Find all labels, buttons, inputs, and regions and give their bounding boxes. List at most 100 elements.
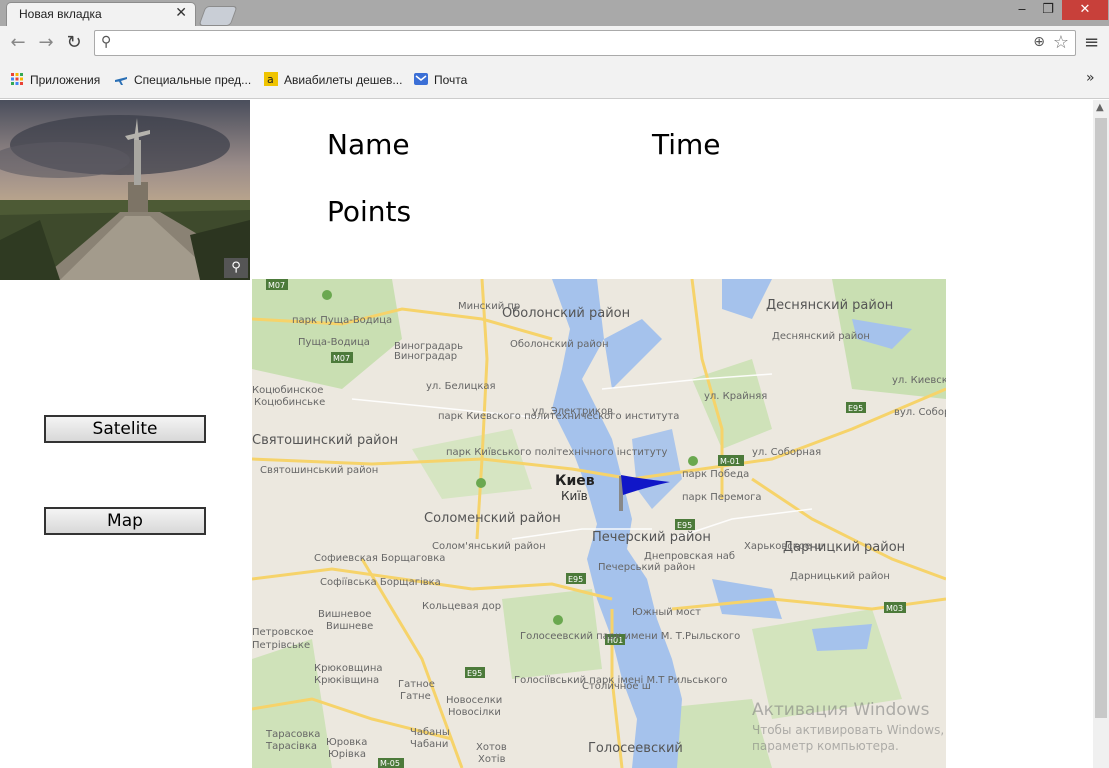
map-label: парк Київського політехнічного інституту [446,446,667,458]
mail-icon [414,73,428,85]
svg-text:M07: M07 [333,354,350,363]
map-label: Хотів [478,753,506,765]
address-bar[interactable]: ⚲ ⊕ ☆ [94,30,1076,56]
bookmark-label: Почта [434,73,468,87]
amazon-a-icon: a [264,72,278,86]
minimize-button[interactable]: ‒ [1010,0,1034,20]
map-label: Крюківщина [314,674,379,686]
map-label: Оболонский район [510,339,609,350]
map-label: Виноградар [394,351,457,362]
scrollbar-thumb[interactable] [1095,118,1107,718]
bookmark-apps[interactable]: Приложения [10,72,100,87]
map-label: ул. Крайняя [704,391,767,402]
reload-icon[interactable]: ↻ [62,31,86,55]
svg-text:E95: E95 [467,669,482,678]
map-label: парк Победа [682,469,749,480]
map-label: ул. Белицкая [426,381,496,392]
map-button[interactable]: Map [44,507,206,535]
close-window-button[interactable]: ✕ [1062,0,1108,20]
back-arrow-icon[interactable]: ← [6,31,30,55]
menu-icon[interactable]: ≡ [1084,32,1099,53]
map-view[interactable]: M07 M07 E95 M-01 E95 E95 E95 H01 M03 M-0… [252,279,946,768]
map-label: Днепровская наб [644,551,735,562]
map-label: Кольцевая дор [422,601,501,612]
map-label: Печерский район [592,530,711,545]
svg-text:M03: M03 [886,604,903,613]
map-label: Гатное [398,679,435,690]
map-label: Чабаны [410,727,450,738]
city-label-kiev: Киев [555,473,595,489]
bookmark-aviabilety[interactable]: a Авиабилеты дешев... [264,72,402,87]
map-label: ул. Электриков [532,406,613,417]
map-label: Святошинський район [260,465,378,476]
magnify-icon[interactable]: ⚲ [224,258,248,278]
map-label: Новоселки [446,695,502,706]
watermark-text: Чтобы активировать Windows, параметр ком… [752,722,944,754]
map-label: Оболонский район [502,306,630,321]
points-label: Points [327,195,412,228]
map-label: вул. Собор [894,407,946,418]
svg-text:E95: E95 [848,404,863,413]
map-label: Печерський район [598,562,695,573]
forward-arrow-icon[interactable]: → [34,31,58,55]
map-label: Коцюбинское [252,385,323,396]
tab-title: Новая вкладка [19,7,102,21]
svg-text:M-05: M-05 [380,759,400,768]
name-label: Name [327,128,410,161]
bookmark-label: Авиабилеты дешев... [284,73,403,87]
map-label: парк Пуща-Водица [292,315,392,326]
watermark-line: параметр компьютера. [752,739,899,753]
map-label: Софіївська Борщагівка [320,576,441,588]
map-label: Деснянский район [772,331,870,342]
title-bar: Новая вкладка ✕ ‒ ❐ ✕ [0,0,1109,26]
map-label: Соломенский район [424,511,561,526]
map-label: Вишневе [326,621,373,632]
map-label: Минский пр [458,301,520,312]
map-label: Крюковщина [314,663,383,674]
svg-text:a: a [267,73,274,86]
bookmark-star-icon[interactable]: ☆ [1053,32,1069,53]
map-label: Тарасівка [265,740,317,752]
bookmark-label: Специальные пред... [134,73,252,87]
map-label: Тарасовка [265,729,320,740]
map-label: Пуща-Водица [298,337,370,348]
map-label: Софиевская Борщаговка [314,553,445,564]
satellite-button[interactable]: Satelite [44,415,206,443]
map-label: ул. Соборная [752,447,821,458]
map-label: парк Перемога [682,492,761,503]
map-label: Голосеевский [588,741,683,756]
map-label: Петровское [252,627,314,638]
bookmarks-more-button[interactable]: » [1086,70,1095,86]
map-label: Дарницький район [790,571,890,582]
watermark-line: Чтобы активировать Windows, [752,723,945,737]
maximize-button[interactable]: ❐ [1036,0,1060,20]
map-label: Юровка [326,737,367,748]
vertical-scrollbar[interactable]: ▲ [1093,100,1109,768]
map-label: ул. Киевская [892,375,946,386]
scroll-up-icon[interactable]: ▲ [1096,102,1104,113]
bookmark-label: Приложения [30,73,101,87]
apps-grid-icon [11,73,23,85]
time-label: Time [652,128,721,161]
map-label: Деснянский район [766,298,893,313]
plane-icon [115,77,127,85]
map-label: Коцюбинське [254,397,325,408]
map-label: Чабани [410,739,448,750]
motherland-monument-image [0,100,250,280]
map-label: Голосеевский парк имени М. Т.Рыльского [520,631,740,642]
tab-close-icon[interactable]: ✕ [175,5,187,21]
watermark-title: Активация Windows [752,700,930,720]
svg-text:E95: E95 [568,575,583,584]
search-icon: ⚲ [101,34,112,50]
new-tab-button[interactable] [198,6,238,26]
bookmark-pochta[interactable]: Почта [414,72,467,87]
map-label: Южный мост [632,607,701,618]
bookmarks-bar: Приложения Специальные пред... a Авиабил… [0,62,1109,99]
map-canvas: M07 M07 E95 M-01 E95 E95 E95 H01 M03 M-0… [252,279,946,768]
browser-tab[interactable]: Новая вкладка ✕ [6,2,196,26]
bookmark-special[interactable]: Специальные пред... [114,72,251,87]
zoom-icon[interactable]: ⊕ [1033,34,1045,50]
map-label: Вишневое [318,609,371,620]
location-photo[interactable]: ⚲ [0,100,250,280]
svg-text:M07: M07 [268,281,285,290]
